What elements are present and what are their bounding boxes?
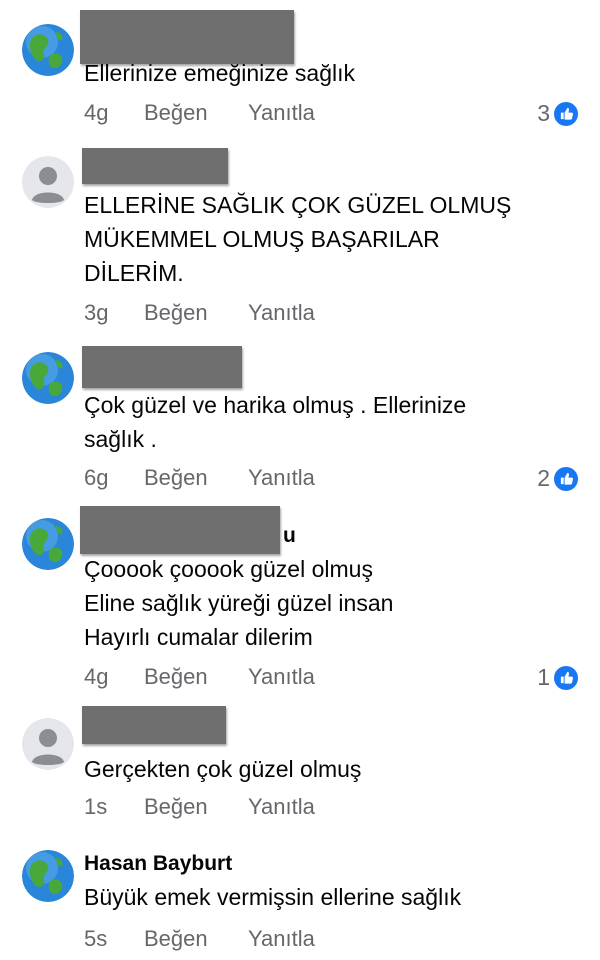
reaction-count: 1 [537, 664, 550, 690]
reply-button[interactable]: Yanıtla [248, 794, 315, 820]
comment-actions: 1s Beğen Yanıtla [84, 794, 315, 820]
comment-time[interactable]: 1s [84, 794, 144, 820]
comment-time[interactable]: 4g [84, 100, 144, 126]
reply-button[interactable]: Yanıtla [248, 465, 315, 491]
default-user-icon [22, 156, 74, 208]
comment-text: Çooook çooook güzel olmuş Eline sağlık y… [84, 556, 394, 650]
comment-text: Büyük emek vermişsin ellerine sağlık [84, 884, 462, 910]
avatar[interactable] [22, 24, 74, 76]
like-button[interactable]: Beğen [144, 664, 248, 690]
author-name-suffix[interactable]: u [283, 524, 296, 548]
comment-actions: 4g Beğen Yanıtla [84, 100, 315, 126]
reply-button[interactable]: Yanıtla [248, 664, 315, 690]
globe-icon [22, 24, 74, 76]
globe-icon [22, 352, 74, 404]
redacted-author-name[interactable] [82, 706, 226, 744]
reaction-summary[interactable]: 1 [537, 664, 578, 691]
reaction-count: 3 [537, 100, 550, 126]
like-button[interactable]: Beğen [144, 100, 248, 126]
comment-text: Gerçekten çok güzel olmuş [84, 756, 362, 782]
like-button[interactable]: Beğen [144, 465, 248, 491]
comment-time[interactable]: 5s [84, 926, 144, 952]
redacted-author-name[interactable] [82, 148, 228, 184]
avatar[interactable] [22, 352, 74, 404]
redacted-author-name[interactable] [82, 346, 242, 388]
comment-time[interactable]: 3g [84, 300, 144, 326]
comment-actions: 4g Beğen Yanıtla [84, 664, 315, 690]
like-button[interactable]: Beğen [144, 300, 248, 326]
avatar[interactable] [22, 518, 74, 570]
like-button[interactable]: Beğen [144, 926, 248, 952]
avatar[interactable] [22, 718, 74, 770]
avatar[interactable] [22, 156, 74, 208]
redacted-author-name[interactable] [80, 506, 280, 554]
comment-time[interactable]: 4g [84, 664, 144, 690]
comment-actions: 6g Beğen Yanıtla [84, 465, 315, 491]
reaction-count: 2 [537, 465, 550, 491]
globe-icon [22, 518, 74, 570]
author-name[interactable]: Hasan Bayburt [84, 852, 232, 876]
reaction-summary[interactable]: 3 [537, 100, 578, 127]
reply-button[interactable]: Yanıtla [248, 300, 315, 326]
thumbs-up-icon [554, 101, 578, 126]
thumbs-up-icon [554, 466, 578, 491]
avatar[interactable] [22, 850, 74, 902]
comment-text: Çok güzel ve harika olmuş . Ellerinize s… [84, 392, 467, 452]
comment-actions: 3g Beğen Yanıtla [84, 300, 315, 326]
globe-icon [22, 850, 74, 902]
comment-text: Ellerinize emeğinize sağlık [84, 60, 356, 86]
like-button[interactable]: Beğen [144, 794, 248, 820]
comment-time[interactable]: 6g [84, 465, 144, 491]
default-user-icon [22, 718, 74, 770]
thumbs-up-icon [554, 665, 578, 690]
reaction-summary[interactable]: 2 [537, 465, 578, 492]
reply-button[interactable]: Yanıtla [248, 100, 315, 126]
reply-button[interactable]: Yanıtla [248, 926, 315, 952]
comment-actions: 5s Beğen Yanıtla [84, 926, 315, 952]
comment-text: ELLERİNE SAĞLIK ÇOK GÜZEL OLMUŞ MÜKEMMEL… [84, 192, 512, 286]
